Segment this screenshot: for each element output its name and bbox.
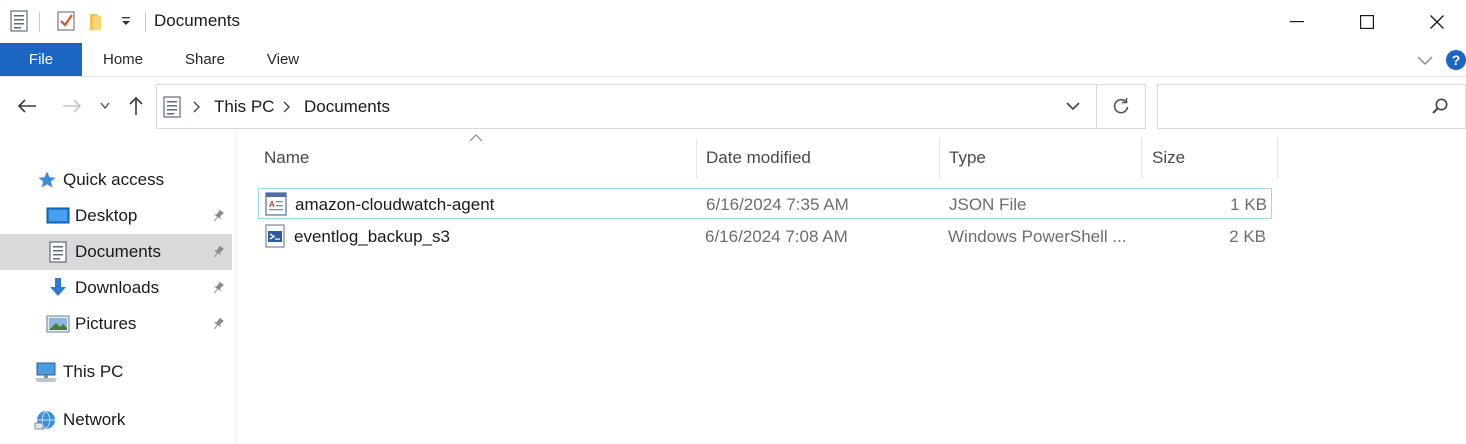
help-button[interactable]: ? xyxy=(1446,50,1466,70)
downloads-icon xyxy=(46,276,70,300)
pin-icon[interactable] xyxy=(210,244,226,260)
breadcrumb-chevron-icon[interactable] xyxy=(282,100,291,114)
search-input[interactable] xyxy=(1166,95,1416,119)
tab-file[interactable]: File xyxy=(0,43,82,76)
tab-home[interactable]: Home xyxy=(96,43,150,76)
tab-share[interactable]: Share xyxy=(178,43,232,76)
file-date-modified: 6/16/2024 7:35 AM xyxy=(706,194,849,214)
window-title: Documents xyxy=(154,11,240,30)
nav-item-downloads[interactable]: Downloads xyxy=(0,270,232,306)
address-history-chevron-icon[interactable] xyxy=(1065,99,1085,115)
up-button[interactable] xyxy=(122,91,150,121)
pictures-icon xyxy=(46,312,70,336)
nav-quick-access[interactable]: Quick access xyxy=(0,162,232,198)
column-divider[interactable] xyxy=(939,138,940,178)
pin-icon[interactable] xyxy=(210,280,226,296)
file-size: 1 KB xyxy=(1230,194,1267,214)
quick-access-separator xyxy=(39,12,40,32)
title-separator xyxy=(145,12,146,32)
column-divider[interactable] xyxy=(1141,138,1142,178)
nav-label-desktop: Desktop xyxy=(75,206,138,225)
expand-ribbon-chevron-icon[interactable] xyxy=(1416,53,1434,67)
navigation-pane: Quick access Desktop Documents Downloads… xyxy=(0,130,236,444)
nav-item-pictures[interactable]: Pictures xyxy=(0,306,232,342)
nav-label-pictures: Pictures xyxy=(75,314,137,333)
column-divider[interactable] xyxy=(696,138,697,178)
maximize-icon xyxy=(1360,14,1374,29)
recent-locations-button[interactable] xyxy=(94,91,116,121)
documents-icon xyxy=(46,240,70,264)
powershell-file-icon xyxy=(264,224,288,248)
back-button[interactable] xyxy=(13,91,41,121)
documents-location-icon xyxy=(163,96,181,118)
search-box[interactable] xyxy=(1157,84,1466,129)
maximize-button[interactable] xyxy=(1332,0,1402,43)
close-icon xyxy=(1430,14,1444,29)
ribbon: File Home Share View ? xyxy=(0,43,1466,77)
pin-icon[interactable] xyxy=(210,316,226,332)
file-size: 2 KB xyxy=(1229,226,1266,246)
nav-label-documents: Documents xyxy=(75,242,161,261)
refresh-button[interactable] xyxy=(1096,84,1146,129)
file-type: Windows PowerShell ... xyxy=(948,226,1127,246)
forward-arrow-icon xyxy=(63,99,82,113)
tab-view[interactable]: View xyxy=(260,43,306,76)
file-date-modified: 6/16/2024 7:08 AM xyxy=(705,226,848,246)
breadcrumb-this-pc[interactable]: This PC xyxy=(214,97,274,117)
desktop-icon xyxy=(46,204,70,228)
file-name: eventlog_backup_s3 xyxy=(294,226,450,246)
nav-network[interactable]: Network xyxy=(0,402,232,438)
address-bar[interactable]: This PC Documents xyxy=(156,84,1097,129)
nav-label-quick-access: Quick access xyxy=(63,170,165,189)
file-type: JSON File xyxy=(949,194,1027,214)
refresh-icon xyxy=(1113,97,1128,113)
network-icon xyxy=(34,408,58,432)
breadcrumb-chevron-icon[interactable] xyxy=(192,100,201,114)
up-arrow-icon xyxy=(129,96,143,115)
column-header-size[interactable]: Size xyxy=(1152,138,1276,178)
nav-label-this-pc: This PC xyxy=(63,362,124,381)
nav-label-network: Network xyxy=(63,410,126,429)
column-header-type[interactable]: Type xyxy=(949,138,1139,178)
search-icon[interactable] xyxy=(1431,97,1451,117)
file-row[interactable]: A amazon-cloudwatch-agent 6/16/2024 7:35… xyxy=(258,188,1272,219)
chevron-down-icon xyxy=(100,102,110,110)
column-header-date-modified[interactable]: Date modified xyxy=(706,138,936,178)
nav-label-downloads: Downloads xyxy=(75,278,160,297)
breadcrumb-documents[interactable]: Documents xyxy=(304,97,390,117)
back-arrow-icon xyxy=(17,99,36,113)
close-button[interactable] xyxy=(1402,0,1466,43)
file-name: amazon-cloudwatch-agent xyxy=(295,194,495,214)
nav-this-pc[interactable]: This PC xyxy=(0,354,232,390)
forward-button[interactable] xyxy=(58,91,86,121)
json-file-icon: A xyxy=(265,192,289,216)
nav-item-desktop[interactable]: Desktop xyxy=(0,198,232,234)
new-folder-icon[interactable] xyxy=(86,8,108,34)
title-bar: Documents xyxy=(0,0,1466,43)
file-row[interactable]: eventlog_backup_s3 6/16/2024 7:08 AM Win… xyxy=(258,221,1272,252)
svg-text:A: A xyxy=(269,200,275,209)
customize-quick-access-chevron-icon[interactable] xyxy=(115,8,137,34)
nav-item-documents[interactable]: Documents xyxy=(0,234,232,270)
checkmark-properties-icon[interactable] xyxy=(55,8,77,34)
minimize-button[interactable] xyxy=(1262,0,1332,43)
star-icon xyxy=(35,168,59,192)
column-header-name[interactable]: Name xyxy=(264,138,694,178)
minimize-icon xyxy=(1290,20,1304,22)
column-divider[interactable] xyxy=(1277,138,1278,178)
computer-icon xyxy=(34,360,58,384)
pin-icon[interactable] xyxy=(210,208,226,224)
properties-icon[interactable] xyxy=(8,8,30,34)
